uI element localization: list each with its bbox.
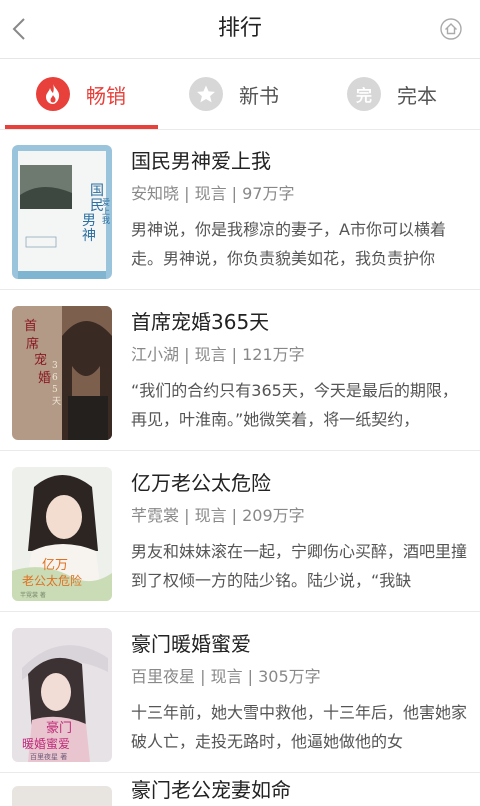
svg-text:百里夜星 著: 百里夜星 著 [30, 752, 67, 761]
home-icon[interactable] [440, 18, 462, 40]
book-meta: 百里夜星 | 现言 | 305万字 [131, 667, 321, 686]
book-title: 豪门暖婚蜜爱 [131, 632, 251, 656]
book-title: 首席宠婚365天 [131, 310, 270, 334]
book-title-partial[interactable]: 豪门老公宠妻如命 [131, 774, 291, 803]
book-title: 国民男神爱上我 [131, 149, 271, 173]
svg-text:芊霓裳 著: 芊霓裳 著 [20, 591, 46, 599]
tab-label: 畅销 [86, 83, 126, 108]
book-list: 国民男神 爱上我 国民男神爱上我 安知晓 | 现言 | 97万字 男神说，你是我… [0, 129, 480, 773]
svg-text:爱上我: 爱上我 [102, 198, 110, 225]
page-title: 排行 [217, 16, 262, 41]
book-description: 男神说，你是我穆凉的妻子，A市你可以横着走。男神说，你负责貌美如花，我负责护你 [131, 220, 446, 268]
book-cover: 豪门 暖婚蜜爱 百里夜星 著 [12, 628, 112, 762]
book-cover: 首席宠婚 365天 [12, 306, 112, 440]
book-description: 十三年前，她大雪中救他，十三年后，他害她家破人亡，走投无路时，他逼她做他的女 [131, 703, 467, 751]
cover-title: 亿万 [42, 558, 68, 573]
flame-icon [36, 77, 70, 111]
book-item[interactable]: 首席宠婚 365天 首席宠婚365天 江小湖 | 现言 | 121万字 “我们的… [0, 290, 480, 451]
book-cover: 国民男神 爱上我 [12, 145, 112, 279]
cover-title: 豪门 [46, 720, 72, 736]
book-meta: 江小湖 | 现言 | 121万字 [131, 345, 305, 364]
top-bar: 排行 [0, 0, 480, 59]
tab-label: 新书 [239, 83, 279, 108]
book-cover: 亿万 老公太危险 芊霓裳 著 [12, 467, 112, 601]
book-cover-partial [12, 786, 112, 806]
tab-completed[interactable]: 完 完本 [347, 59, 437, 129]
complete-badge-icon: 完 [347, 77, 381, 111]
svg-text:暖婚蜜爱: 暖婚蜜爱 [22, 736, 70, 751]
book-item[interactable]: 亿万 老公太危险 芊霓裳 著 亿万老公太危险 芊霓裳 | 现言 | 209万字 … [0, 451, 480, 612]
tab-new-books[interactable]: 新书 [189, 59, 279, 129]
ranking-tabs: 畅销 新书 完 完本 [0, 59, 480, 130]
book-title: 亿万老公太危险 [131, 471, 271, 495]
star-icon [189, 77, 223, 111]
book-description: “我们的合约只有365天，今天是最后的期限，再见，叶淮南。”她微笑着，将一纸契约… [131, 381, 458, 429]
book-item[interactable]: 豪门 暖婚蜜爱 百里夜星 著 豪门暖婚蜜爱 百里夜星 | 现言 | 305万字 … [0, 612, 480, 773]
tab-bestseller[interactable]: 畅销 [36, 59, 126, 129]
svg-text:老公太危险: 老公太危险 [22, 573, 82, 588]
book-description: 男友和妹妹滚在一起，宁卿伤心买醉，酒吧里撞到了权倾一方的陆少铭。陆少说，“我缺 [131, 542, 467, 590]
book-meta: 安知晓 | 现言 | 97万字 [131, 184, 295, 203]
book-item[interactable]: 国民男神 爱上我 国民男神爱上我 安知晓 | 现言 | 97万字 男神说，你是我… [0, 129, 480, 290]
tab-label: 完本 [397, 83, 437, 108]
book-meta: 芊霓裳 | 现言 | 209万字 [131, 506, 305, 525]
